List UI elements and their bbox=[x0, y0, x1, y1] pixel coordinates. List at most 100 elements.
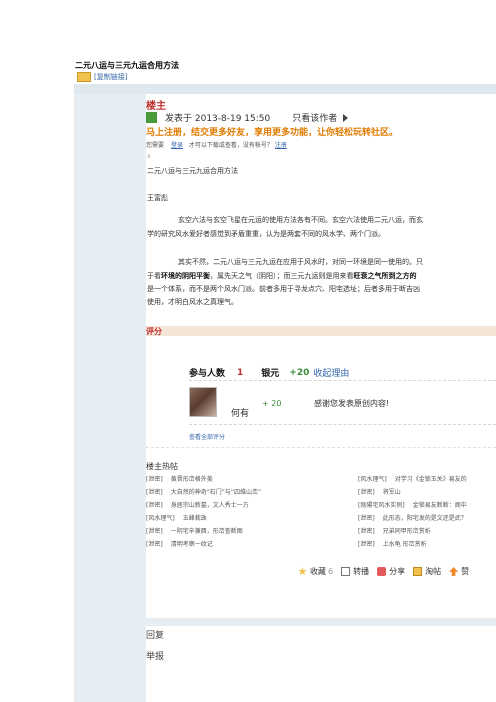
section-divider bbox=[146, 447, 496, 448]
post-footer-area bbox=[146, 626, 496, 702]
hot-post-title[interactable]: 一阴宅辛兼酉，形峦查断图 bbox=[171, 528, 243, 535]
favorite-label: 收藏 bbox=[310, 567, 326, 576]
hot-post-tag: [泄密] bbox=[146, 541, 163, 548]
repost-label: 转播 bbox=[353, 567, 370, 576]
rating-summary: 参与人数 1 银元 +20 收起理由 bbox=[189, 366, 349, 380]
share-button[interactable]: 分享 bbox=[377, 566, 405, 577]
content-p2-line2: 于看环境的阴阳平衡，属先天之气（阴阳）；而三元九运则是用来看旺衰之气所到之方的 bbox=[147, 270, 417, 282]
hot-post-item[interactable]: [泄密] 身居宗山新墓，文人秀士一方 bbox=[146, 500, 261, 513]
hot-post-title[interactable]: 对学习《金锁玉关》易友的 bbox=[395, 476, 467, 483]
post-date: 发表于 2013-8-19 15:50 bbox=[165, 114, 271, 124]
hot-post-title[interactable]: 黄晋形峦格外美 bbox=[171, 476, 213, 483]
content-p2-line3: 是一个体系，而不是两个风水门派。前者多用于寻龙点穴、阳宅选址；后者多用于断吉凶 bbox=[147, 285, 420, 293]
hot-post-tag: [风水理气] bbox=[146, 515, 175, 522]
hot-post-tag: [泄密] bbox=[146, 528, 163, 535]
rating-label: 评分 bbox=[146, 327, 162, 336]
register-link[interactable]: 注册 bbox=[275, 142, 287, 149]
post-header-bar bbox=[74, 84, 496, 94]
view-all-ratings-link[interactable]: 查看全部评分 bbox=[189, 432, 225, 441]
rating-band bbox=[146, 326, 496, 336]
currency-total: +20 bbox=[289, 367, 310, 378]
content-heading: 二元八运与三元九运合用方法 bbox=[147, 167, 238, 175]
like-button[interactable]: 赞 bbox=[449, 566, 469, 577]
hot-post-tag: [泄密] bbox=[358, 489, 375, 496]
hot-post-item[interactable]: [泄密] 黄晋形峦格外美 bbox=[146, 474, 261, 487]
online-status-icon bbox=[146, 112, 157, 123]
post-separator bbox=[74, 618, 496, 626]
post-actions: 收藏 6 转播 分享 淘帖 赞 bbox=[298, 566, 477, 577]
post-meta: 发表于 2013-8-19 15:50 只看该作者 bbox=[146, 111, 349, 124]
hot-post-tag: [泄密] bbox=[146, 489, 163, 496]
rater-reason: 感谢您发表原创内容! bbox=[314, 399, 390, 408]
page-title: 二元八运与三元九运合用方法 bbox=[75, 61, 179, 70]
tiny-mark: x bbox=[147, 153, 151, 160]
hot-post-title[interactable]: 大自然的神奇“石门”与“四维山峦” bbox=[171, 489, 261, 496]
repost-icon bbox=[341, 567, 351, 576]
hot-post-title[interactable]: 五峰栽珠 bbox=[183, 515, 207, 522]
hot-post-item[interactable]: [泄密] 清明考察一纹记 bbox=[146, 539, 261, 552]
content-p2-line2-c: ，属先天之气（阴阳）；而三元九运则是用来看 bbox=[210, 272, 354, 280]
report-link[interactable]: 举报 bbox=[146, 649, 164, 662]
hot-post-item[interactable]: [风水理气] 对学习《金锁玉关》易友的 bbox=[358, 474, 496, 487]
login-link[interactable]: 登录 bbox=[171, 142, 183, 149]
participants-count: 1 bbox=[237, 367, 244, 378]
star-icon bbox=[298, 567, 307, 576]
share-label: 分享 bbox=[389, 567, 406, 576]
post-table bbox=[74, 84, 496, 702]
register-banner: 马上注册，结交更多好友，享用更多功能，让你轻松玩转社区。 bbox=[146, 128, 399, 138]
content-p2-line1: 其实不然，二元八运与三元九运在应用于风水时，对同一环境是同一使用的。只 bbox=[178, 258, 423, 266]
rater-avatar[interactable] bbox=[189, 387, 217, 417]
content-p2-line2-b: 环境的阴阳平衡 bbox=[161, 272, 210, 280]
favorite-button[interactable]: 收藏 6 bbox=[298, 566, 333, 577]
rating-divider-top bbox=[189, 380, 496, 381]
hot-post-title[interactable]: 上水龟 形峦赏析 bbox=[383, 541, 427, 548]
thumb-up-icon bbox=[449, 567, 459, 576]
hot-post-title[interactable]: 清明考察一纹记 bbox=[171, 541, 213, 548]
collect-thread-button[interactable]: 淘帖 bbox=[413, 566, 441, 577]
hot-post-tag: [陰陽宅风水实例] bbox=[358, 502, 405, 509]
hot-post-item[interactable]: [泄密] 一阴宅辛兼酉，形峦查断图 bbox=[146, 526, 261, 539]
hot-post-item[interactable]: [泄密] 大自然的神奇“石门”与“四维山峦” bbox=[146, 487, 261, 500]
hot-post-item[interactable]: [泄密] 上水龟 形峦赏析 bbox=[358, 539, 496, 552]
share-icon bbox=[377, 567, 387, 576]
collapse-reason-link[interactable]: 收起理由 bbox=[313, 366, 349, 379]
hot-post-tag: [泄密] bbox=[358, 528, 375, 535]
hot-post-tag: [泄密] bbox=[146, 476, 163, 483]
hot-post-title[interactable]: 身居宗山新墓，文人秀士一方 bbox=[171, 502, 249, 509]
rater-name[interactable]: 何有 bbox=[231, 406, 249, 419]
floor-label: 楼主 bbox=[146, 101, 166, 112]
rater-score: + 20 bbox=[262, 399, 282, 408]
copy-link[interactable]: [复制链接] bbox=[94, 72, 127, 82]
hot-post-title[interactable]: 金锁易友断断：阁中 bbox=[413, 502, 467, 509]
arrow-right-icon[interactable] bbox=[343, 113, 349, 122]
author-sidebar bbox=[74, 84, 146, 702]
like-label: 赞 bbox=[461, 567, 470, 576]
hot-posts-left: [泄密] 黄晋形峦格外美 [泄密] 大自然的神奇“石门”与“四维山峦” [泄密] 身居… bbox=[146, 474, 261, 552]
login-prompt: 您需要 登录 才可以下载或查看，没有帐号？ 注册 bbox=[146, 140, 287, 149]
hot-post-item[interactable]: [陰陽宅风水实例] 金锁易友断断：阁中 bbox=[358, 500, 496, 513]
hot-post-tag: [泄密] bbox=[358, 541, 375, 548]
hot-post-item[interactable]: [泄密] 兄弟同甲形峦赏析 bbox=[358, 526, 496, 539]
participants-label: 参与人数 bbox=[189, 369, 226, 379]
hot-post-tag: [泄密] bbox=[358, 515, 375, 522]
hot-post-title[interactable]: 此形态，阳宅发的是文还是武？ bbox=[383, 515, 467, 522]
hot-posts-right: [风水理气] 对学习《金锁玉关》易友的 [泄密] 将军山 [陰陽宅风水实例] 金锁易友… bbox=[358, 474, 496, 552]
content-p2-line4: 使用，才明白风水之真理气。 bbox=[147, 298, 238, 306]
hot-post-title[interactable]: 兄弟同甲形峦赏析 bbox=[383, 528, 431, 535]
login-prefix: 您需要 bbox=[146, 142, 165, 149]
repost-button[interactable]: 转播 bbox=[341, 566, 369, 577]
login-middle: 才可以下载或查看，没有帐号？ bbox=[188, 142, 273, 149]
favorite-count: 6 bbox=[328, 567, 334, 576]
content-author: 王富彪 bbox=[147, 194, 168, 202]
hot-post-item[interactable]: [风水理气] 五峰栽珠 bbox=[146, 513, 261, 526]
copy-icon bbox=[77, 72, 91, 82]
hot-post-tag: [风水理气] bbox=[358, 476, 387, 483]
hot-post-item[interactable]: [泄密] 将军山 bbox=[358, 487, 496, 500]
content-p1-line1: 玄空六法与玄空飞星在元运的使用方法各有不同。玄空六法使用二元八运，而玄 bbox=[178, 216, 423, 224]
author-only-link[interactable]: 只看该作者 bbox=[292, 111, 337, 124]
reply-link[interactable]: 回复 bbox=[146, 628, 164, 641]
hot-post-item[interactable]: [泄密] 此形态，阳宅发的是文还是武？ bbox=[358, 513, 496, 526]
hot-post-tag: [泄密] bbox=[146, 502, 163, 509]
collect-label: 淘帖 bbox=[425, 567, 442, 576]
hot-post-title[interactable]: 将军山 bbox=[383, 489, 401, 496]
